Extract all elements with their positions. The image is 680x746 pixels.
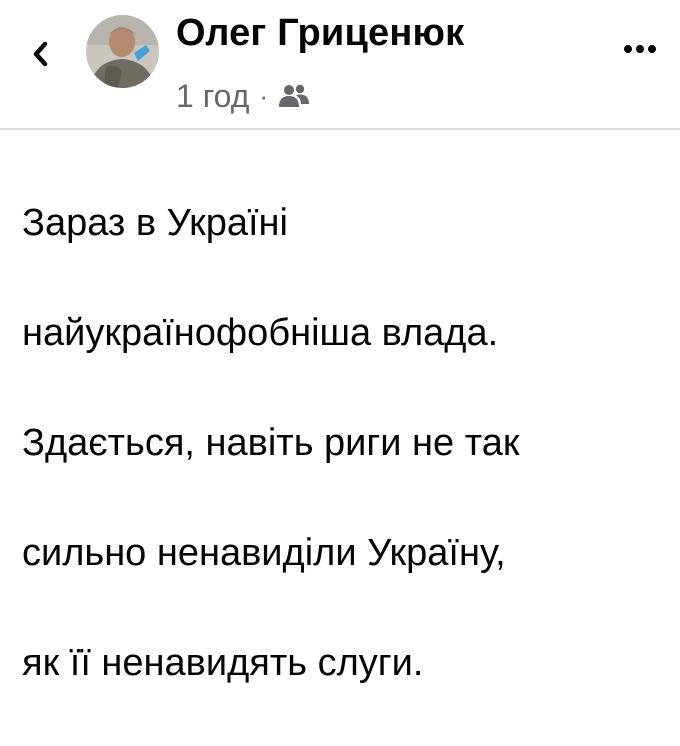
post-meta: 1 год ·: [176, 76, 310, 116]
more-options-button[interactable]: [618, 34, 662, 64]
author-name[interactable]: Олег Гриценюк: [176, 12, 464, 55]
post-text-line: як її ненавидять слуги.: [22, 642, 424, 684]
post-text-line: сильно ненавиділи Україну,: [22, 532, 506, 574]
post-body: Зараз в Україні найукраїнофобніша влада.…: [22, 141, 662, 746]
post-text-line: найукраїнофобніша влада.: [22, 312, 499, 354]
back-button[interactable]: [28, 36, 52, 72]
post-text-line: Зараз в Україні: [22, 202, 288, 244]
post-timestamp[interactable]: 1 год: [176, 78, 249, 115]
post-header: Олег Гриценюк 1 год ·: [0, 0, 680, 128]
avatar-photo: [86, 15, 159, 88]
header-divider: [0, 128, 680, 130]
author-avatar[interactable]: [86, 15, 159, 88]
friends-icon[interactable]: [278, 82, 310, 110]
chevron-left-icon: [33, 41, 48, 67]
more-dots-icon: [624, 45, 656, 53]
meta-separator: ·: [259, 80, 269, 111]
post-text-line: Здається, навіть риги не так: [22, 422, 520, 464]
